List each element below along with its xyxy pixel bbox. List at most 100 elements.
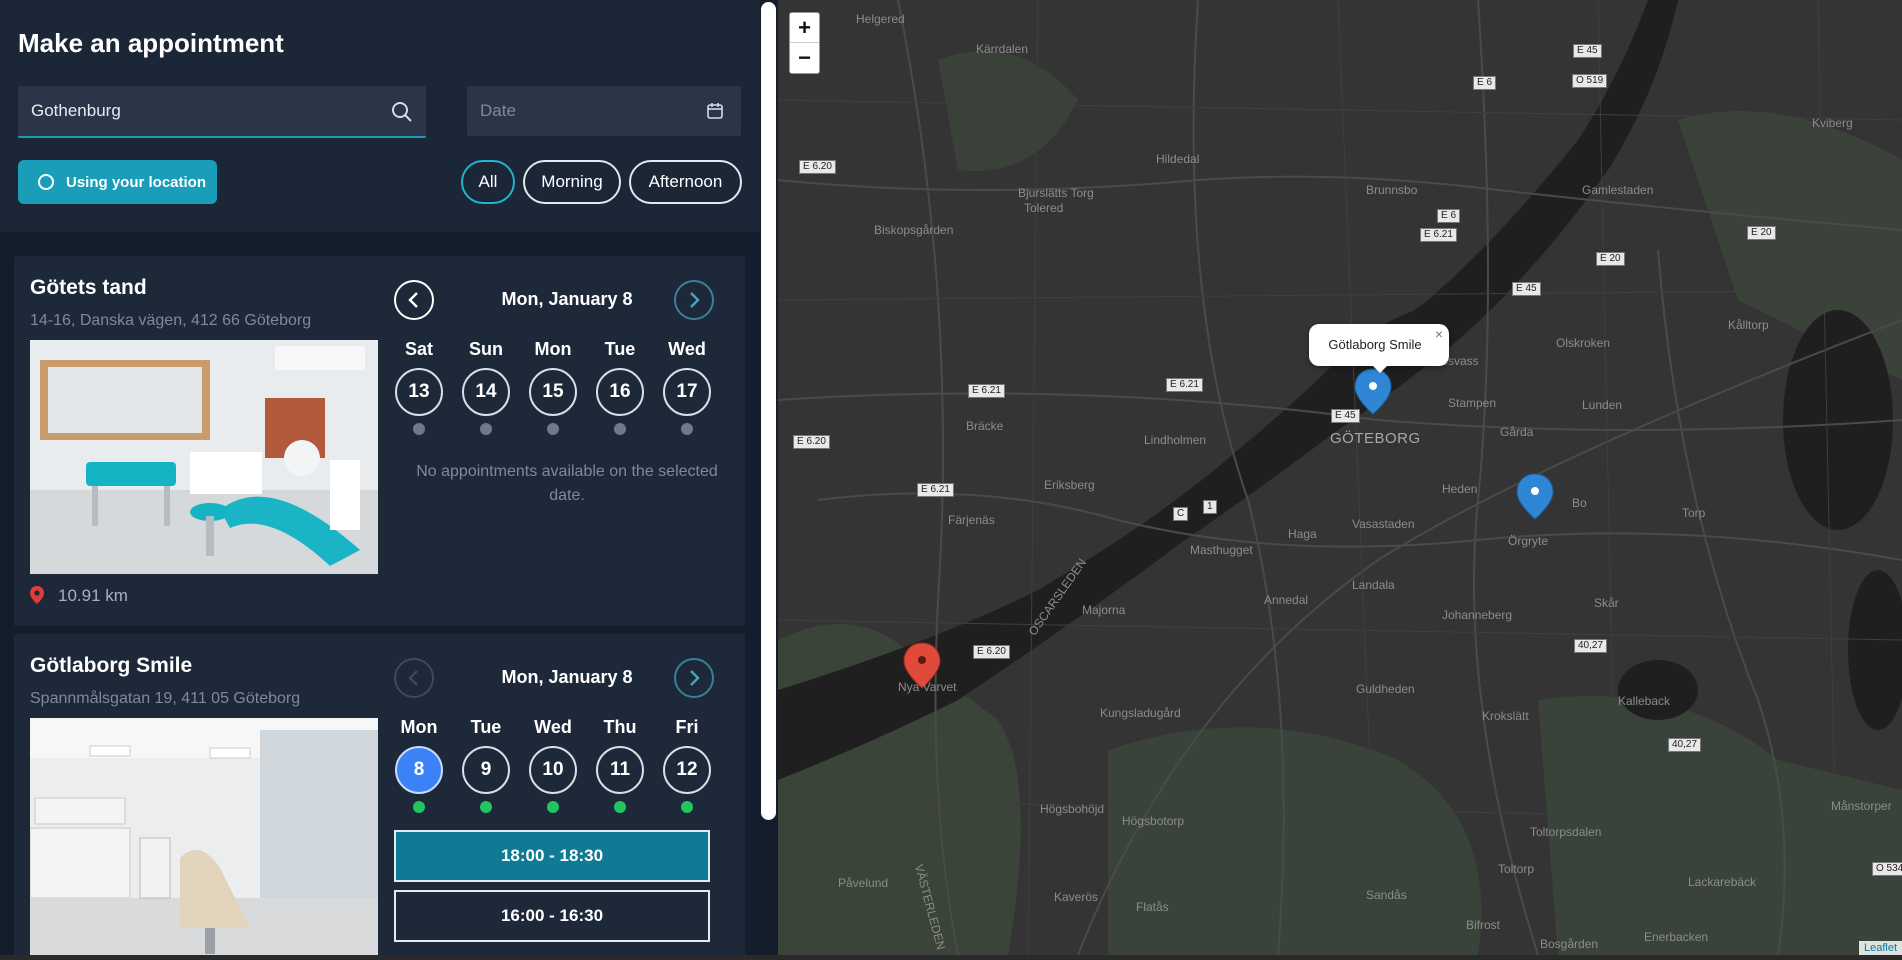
date-placeholder: Date: [480, 101, 516, 120]
map-label: Brunnsbo: [1366, 183, 1418, 197]
next-day-button[interactable]: [674, 658, 714, 698]
chevron-right-icon: [690, 292, 700, 308]
map-popup-title: Götlaborg Smile: [1328, 337, 1422, 352]
map-label: Gårda: [1500, 425, 1534, 439]
map-label: Sandås: [1366, 888, 1407, 902]
zoom-in-button[interactable]: +: [790, 13, 819, 43]
map-attribution[interactable]: Leaflet: [1858, 941, 1902, 955]
clinic-card: Götlaborg Smile Spannmålsgatan 19, 411 0…: [14, 634, 745, 955]
day-button[interactable]: 11: [596, 746, 644, 794]
road-shield: E 6.20: [973, 645, 1010, 659]
map-label: Örgryte: [1508, 534, 1549, 548]
road-shield: O 519: [1572, 74, 1608, 88]
day-button[interactable]: 13: [395, 368, 443, 416]
day-button[interactable]: 9: [462, 746, 510, 794]
map-label: Biskopsgården: [874, 223, 954, 237]
map-label: Högsbotorp: [1122, 814, 1185, 828]
map-label: Bräcke: [966, 419, 1004, 433]
map-label: Eriksberg: [1044, 478, 1095, 492]
road-shield: O 534: [1872, 862, 1902, 876]
map-label: Landala: [1352, 578, 1395, 592]
clinic-photo: [30, 340, 378, 574]
map-label: Kaverös: [1054, 890, 1099, 904]
map-label: Månstorper: [1831, 799, 1892, 813]
day-button[interactable]: 16: [596, 368, 644, 416]
map-label: Lindholmen: [1144, 433, 1207, 447]
road-shield: E 45: [1512, 282, 1541, 296]
close-icon[interactable]: ×: [1435, 326, 1443, 342]
map-label: Bifrost: [1466, 918, 1501, 932]
day-button-selected[interactable]: 8: [395, 746, 443, 794]
road-shield: E 45: [1573, 44, 1602, 58]
clinic-distance: 10.91 km: [58, 586, 128, 605]
map-label: Färjenäs: [948, 513, 995, 527]
road-shield: E 20: [1747, 226, 1776, 240]
day-of-week: Tue: [604, 339, 636, 359]
clinic-name: Götlaborg Smile: [30, 654, 193, 677]
map-label: Kviberg: [1812, 116, 1853, 130]
filter-morning[interactable]: Morning: [523, 160, 621, 204]
search-input[interactable]: Gothenburg: [18, 86, 426, 138]
availability-dot: [614, 423, 626, 435]
filter-afternoon[interactable]: Afternoon: [629, 160, 742, 204]
popup-tip: [1371, 364, 1389, 373]
availability-dot: [413, 423, 425, 435]
time-slot-button[interactable]: 18:00 - 18:30: [394, 830, 710, 882]
road-shield: E 20: [1596, 252, 1625, 266]
search-input-value: Gothenburg: [31, 101, 121, 120]
map-label: Hildedal: [1156, 152, 1200, 166]
attribution-label[interactable]: Leaflet: [1864, 942, 1897, 954]
use-location-button[interactable]: Using your location: [18, 160, 217, 204]
map-label: Kålltorp: [1728, 318, 1769, 332]
no-appointments-message: No appointments available on the selecte…: [416, 463, 718, 504]
map-label: Toltorpsdalen: [1530, 825, 1602, 839]
map-label-city: GÖTEBORG: [1330, 430, 1421, 447]
search-icon[interactable]: [391, 101, 413, 123]
next-day-button[interactable]: [674, 280, 714, 320]
road-shield: C: [1173, 507, 1189, 521]
day-of-week: Wed: [668, 339, 706, 359]
road-shield: E 6: [1437, 209, 1461, 223]
scrollbar[interactable]: [761, 2, 776, 820]
filter-all[interactable]: All: [461, 160, 515, 204]
day-of-week: Sun: [469, 339, 503, 359]
road-shield: E 6: [1473, 76, 1497, 90]
map-tiles: [778, 0, 1902, 955]
map-pin-icon: [30, 586, 44, 604]
day-button[interactable]: 17: [663, 368, 711, 416]
map-label: Kalleback: [1618, 694, 1671, 708]
road-shield: 40,27: [1574, 639, 1608, 653]
clinic-name: Götets tand: [30, 276, 147, 299]
day-button[interactable]: 12: [663, 746, 711, 794]
map-label: Gamlestaden: [1582, 183, 1654, 197]
time-slot-button[interactable]: 16:00 - 16:30: [394, 890, 710, 942]
map-label: Guldheden: [1356, 682, 1415, 696]
calendar-icon[interactable]: [706, 102, 724, 120]
map-label: Annedal: [1264, 593, 1309, 607]
day-button[interactable]: 10: [529, 746, 577, 794]
use-location-label: Using your location: [66, 174, 207, 191]
day-button[interactable]: 14: [462, 368, 510, 416]
location-spinner-icon: [38, 174, 54, 190]
zoom-control: + −: [789, 12, 820, 74]
app: Make an appointment Gothenburg Date Usin…: [0, 0, 1902, 960]
zoom-out-button[interactable]: −: [790, 43, 819, 73]
map-label: Flatås: [1136, 900, 1169, 914]
map-label: Högsbohöjd: [1040, 802, 1105, 816]
chevron-right-icon: [690, 670, 700, 686]
map-popup: Götlaborg Smile ×: [1309, 324, 1449, 373]
page-title: Make an appointment: [18, 28, 284, 58]
day-button[interactable]: 15: [529, 368, 577, 416]
map-label: Krokslätt: [1482, 709, 1529, 723]
map-label: Lackarebäck: [1688, 875, 1757, 889]
map-label: Haga: [1288, 527, 1317, 541]
road-shield: E 6.21: [917, 483, 954, 497]
date-field[interactable]: Date: [467, 86, 741, 136]
map[interactable]: Helgered Kärrdalen Hildedal Bjurslätts T…: [778, 0, 1902, 955]
road-shield: 1: [1203, 500, 1217, 514]
map-label: Torp: [1682, 506, 1706, 520]
map-label: Johanneberg: [1442, 608, 1513, 622]
road-shield: E 6.20: [799, 160, 836, 174]
map-label: Bjurslätts Torg: [1018, 186, 1094, 200]
map-label: Vasastaden: [1352, 517, 1415, 531]
